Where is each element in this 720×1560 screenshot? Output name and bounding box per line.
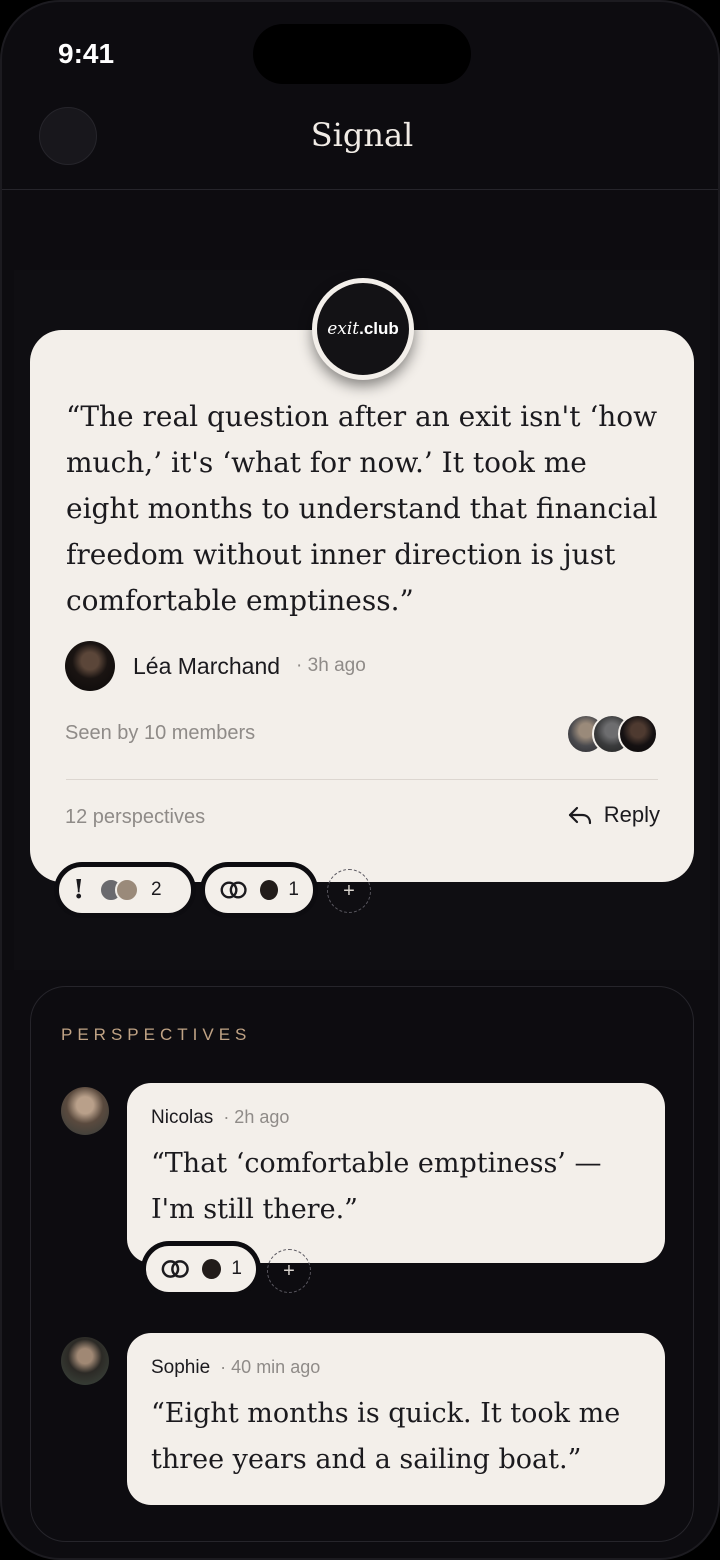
perspectives-heading: PERSPECTIVES (61, 1025, 252, 1044)
add-reaction-button[interactable]: + (267, 1249, 311, 1293)
comment-bubble: Sophie · 40 min ago “Eight months is quic… (127, 1333, 665, 1505)
interlocking-rings-icon (220, 881, 247, 899)
avatar[interactable] (65, 641, 115, 691)
comment-author-name[interactable]: Sophie (151, 1357, 210, 1378)
comment-text: “Eight months is quick. It took me three… (151, 1398, 621, 1475)
avatar (200, 1257, 224, 1281)
exclamation-icon: ! (73, 875, 85, 905)
avatar[interactable] (61, 1087, 109, 1135)
comment-bubble: Nicolas · 2h ago “That ‘comfortable empti… (127, 1083, 665, 1263)
author-name[interactable]: Léa Marchand (133, 653, 280, 680)
avatar (258, 878, 281, 902)
post-card: “The real question after an exit isn't ‘… (30, 330, 694, 882)
reaction-pill-exclamation[interactable]: ! 2 (56, 864, 194, 916)
dynamic-island (253, 24, 471, 84)
reply-label: Reply (603, 802, 660, 827)
club-badge[interactable]: exit .club (312, 278, 414, 380)
phone-screen: 9:41 Signal “The real question after an … (0, 0, 720, 1560)
comment-author: Sophie · 40 min ago (151, 1357, 320, 1379)
reaction-avatars (99, 878, 147, 902)
avatar (115, 878, 139, 902)
avatar[interactable] (61, 1337, 109, 1385)
divider (66, 779, 658, 780)
seen-by-text: Seen by 10 members (65, 722, 256, 744)
club-badge-bold: .club (359, 319, 399, 338)
perspectives-count[interactable]: 12 perspectives (65, 806, 205, 829)
avatar (618, 714, 658, 754)
reaction-pill-rings[interactable]: 1 (143, 1243, 259, 1295)
page-title: Signal (310, 116, 414, 154)
perspectives-panel: PERSPECTIVES Nicolas · 2h ago “That ‘comf… (30, 986, 694, 1542)
reply-arrow-icon (568, 806, 591, 825)
comment-timestamp: · 2h ago (223, 1107, 290, 1127)
comment-timestamp: · 40 min ago (220, 1357, 321, 1377)
reply-button[interactable]: Reply (568, 802, 660, 828)
author-row: Léa Marchand · 3h ago (65, 641, 366, 691)
reaction-count: 2 (151, 879, 162, 900)
comment-text: “That ‘comfortable emptiness’ — I'm stil… (151, 1148, 602, 1225)
comment-author: Nicolas · 2h ago (151, 1107, 289, 1129)
reaction-pill-rings[interactable]: 1 (202, 864, 316, 916)
seen-by-avatars[interactable] (566, 714, 660, 754)
reaction-count: 1 (231, 1258, 242, 1279)
reaction-count: 1 (288, 879, 299, 900)
status-time: 9:41 (58, 38, 115, 69)
interlocking-rings-icon (161, 1260, 189, 1278)
post-quote: “The real question after an exit isn't ‘… (66, 400, 658, 617)
app-header: Signal (2, 92, 718, 190)
club-badge-italic: exit (327, 319, 360, 339)
post-timestamp: · 3h ago (296, 655, 366, 676)
comment-author-name[interactable]: Nicolas (151, 1107, 213, 1128)
add-reaction-button[interactable]: + (327, 869, 371, 913)
